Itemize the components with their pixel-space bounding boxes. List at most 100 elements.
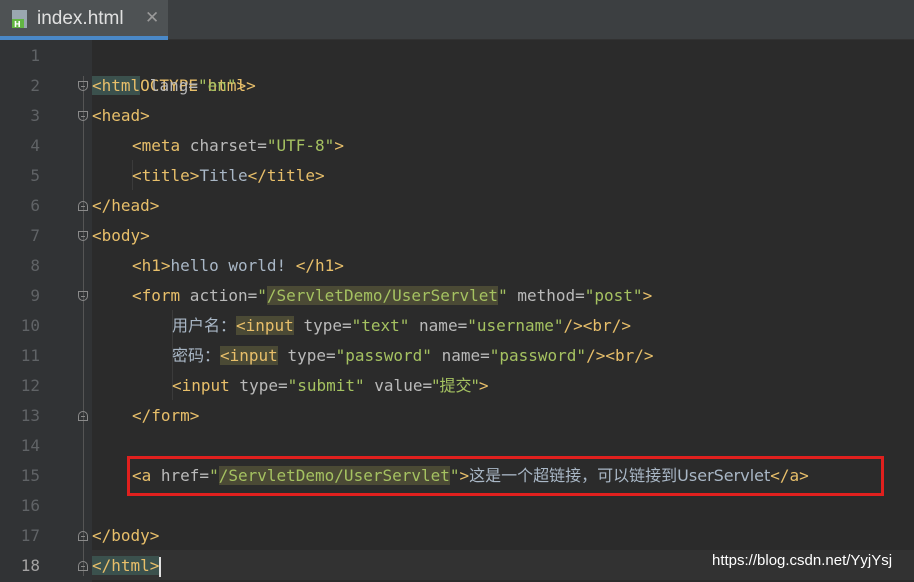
value-token: "username" [467,316,564,335]
tag-token: > [642,286,653,305]
value-token: "password" [489,346,587,365]
code-line-18[interactable]: </html> [92,551,162,581]
value-token: " [257,286,267,305]
tag-token: <input [172,376,230,395]
code-line-5[interactable]: <title>Title</title> [132,161,325,191]
code-line-10[interactable]: 用户名：<input type="text" name="username"/>… [172,311,631,341]
value-token: "password" [335,346,432,365]
fold-guide [83,76,84,576]
tag-token: </html> [92,556,160,575]
code-line-2[interactable]: <html lang="en"> [92,71,246,101]
line-number: 1 [30,46,40,65]
line-number: 7 [30,226,40,245]
line-number: 2 [30,76,40,95]
value-token: "提交" [432,376,479,395]
html-file-icon: H [12,10,27,29]
line-number: 14 [20,436,40,455]
line-number-current: 18 [20,556,40,575]
editor-tab-bar: H index.html ✕ [0,0,914,40]
fold-toggle-icon[interactable] [78,531,88,541]
code-line-6[interactable]: </head> [92,191,159,221]
code-line-7[interactable]: <body> [92,221,150,251]
attr-token: name= [409,316,468,335]
text-token: hello world! [170,256,296,275]
tag-token: <meta [132,136,181,155]
tag-token: <html [92,76,141,95]
attr-token: value= [364,376,433,395]
code-line-4[interactable]: <meta charset="UTF-8"> [132,131,344,161]
text-cursor [159,556,162,577]
code-line-9[interactable]: <form action="/ServletDemo/UserServlet" … [132,281,652,311]
line-number: 4 [30,136,40,155]
annotation-highlight-box [127,456,884,496]
tag-token: /><br/> [586,346,654,365]
tag-token: <input [236,316,294,335]
tag-token: > [478,376,489,395]
fold-toggle-icon[interactable] [78,201,88,211]
tag-token: </body> [92,526,160,545]
attr-token: method= [507,286,585,305]
attr-token: lang= [140,76,198,95]
value-token: "text" [351,316,410,335]
close-icon[interactable]: ✕ [145,8,159,28]
url-token: /ServletDemo/UserServlet [266,286,499,305]
attr-token: action= [180,286,258,305]
fold-toggle-icon[interactable] [78,291,88,301]
line-number: 10 [20,316,40,335]
code-line-13[interactable]: </form> [132,401,199,431]
text-token: 用户名： [172,316,237,335]
tag-token: > [334,136,344,155]
line-number: 9 [30,286,40,305]
tag-token: > [236,76,247,95]
code-line-1[interactable]: <!DOCTYPE html> [92,41,256,95]
attr-token: type= [293,316,352,335]
tab-index-html[interactable]: H index.html ✕ [0,0,168,40]
line-number: 17 [20,526,40,545]
line-number: 5 [30,166,40,185]
value-token: "UTF-8" [266,136,335,155]
tag-token: <body> [92,226,150,245]
line-number: 15 [20,466,40,485]
line-number: 13 [20,406,40,425]
fold-toggle-icon[interactable] [78,81,88,91]
tag-token: <title> [132,166,200,185]
code-line-8[interactable]: <h1>hello world! </h1> [132,251,344,281]
line-number: 11 [20,346,40,365]
svg-text:H: H [14,20,21,29]
tag-token: <h1> [132,256,171,275]
value-token: "submit" [287,376,365,395]
line-number: 8 [30,256,40,275]
attr-token: charset= [180,136,267,155]
line-number: 6 [30,196,40,215]
attr-token: name= [431,346,490,365]
line-number: 3 [30,106,40,125]
fold-toggle-icon[interactable] [78,411,88,421]
tag-token: /><br/> [563,316,631,335]
tag-token: <input [220,346,278,365]
tag-token: <form [132,286,181,305]
code-line-17[interactable]: </body> [92,521,159,551]
fold-toggle-icon[interactable] [78,561,88,571]
value-token: " [498,286,508,305]
text-token: 密码： [172,346,221,365]
tag-token: </form> [132,406,200,425]
attr-token: type= [229,376,288,395]
code-line-3[interactable]: <head> [92,101,150,131]
line-number-gutter: 1 2 3 4 5 6 7 8 9 10 11 12 13 14 15 16 1… [0,40,92,582]
fold-toggle-icon[interactable] [78,111,88,121]
fold-toggle-icon[interactable] [78,231,88,241]
attr-token: type= [277,346,336,365]
line-number: 12 [20,376,40,395]
text-token: Title [199,166,248,185]
tab-label: index.html [37,8,124,29]
value-token: "en" [197,76,237,95]
code-line-11[interactable]: 密码：<input type="password" name="password… [172,341,654,371]
code-line-12[interactable]: <input type="submit" value="提交"> [172,371,488,401]
tag-token: </h1> [295,256,344,275]
tag-token: <head> [92,106,150,125]
tag-token: </head> [92,196,160,215]
value-token: "post" [584,286,643,305]
watermark: https://blog.csdn.net/YyjYsj [712,552,893,569]
tag-token: </title> [247,166,325,185]
line-number: 16 [20,496,40,515]
